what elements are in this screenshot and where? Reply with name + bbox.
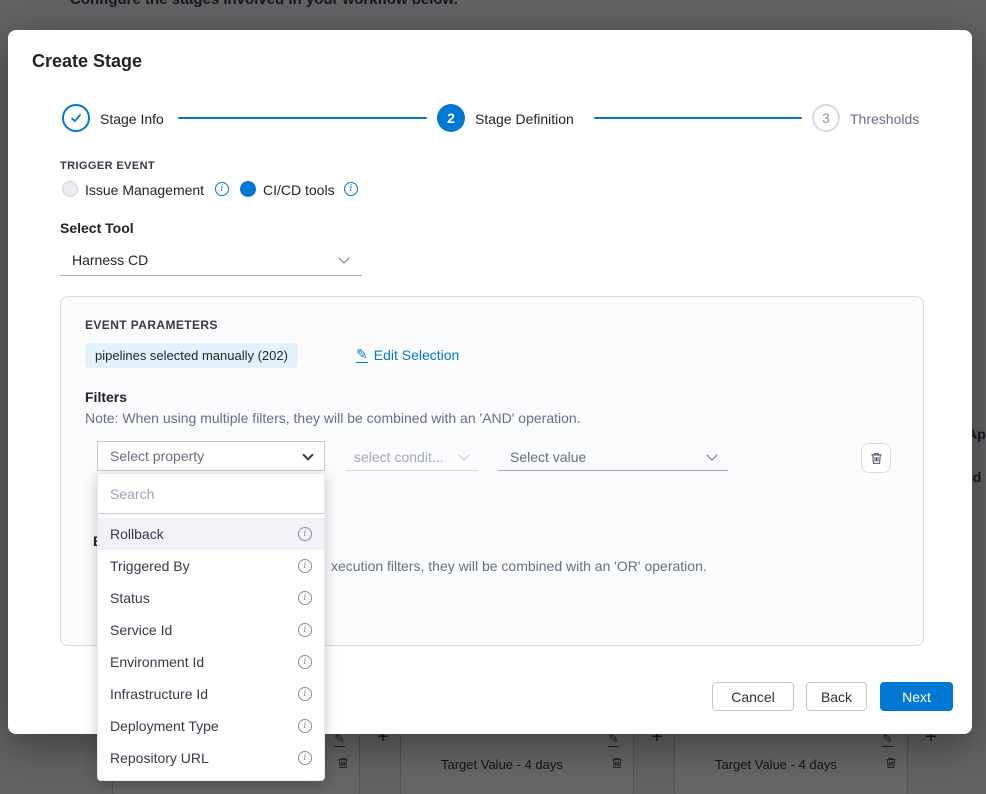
cancel-button[interactable]: Cancel	[712, 682, 794, 711]
check-icon	[69, 111, 83, 125]
step-1-indicator[interactable]	[62, 104, 90, 132]
stepper-connector	[178, 117, 427, 119]
step-3-indicator[interactable]: 3	[812, 104, 840, 132]
option-label: Repository URL	[110, 750, 209, 766]
option-label: Infrastructure Id	[110, 686, 208, 702]
filter-property-select[interactable]: Select property	[97, 441, 325, 471]
option-label: Deployment Type	[110, 718, 219, 734]
info-icon[interactable]: i	[298, 591, 312, 605]
filter-condition-select[interactable]: select condit...	[346, 443, 478, 471]
filter-condition-placeholder: select condit...	[346, 449, 444, 465]
info-icon[interactable]: i	[298, 719, 312, 733]
next-button[interactable]: Next	[880, 682, 953, 711]
delete-filter-button[interactable]	[861, 443, 891, 473]
dropdown-option-rollback[interactable]: Rollback i	[98, 518, 324, 550]
info-icon[interactable]: i	[298, 687, 312, 701]
filters-note: Note: When using multiple filters, they …	[85, 410, 581, 426]
step-3-label[interactable]: Thresholds	[850, 111, 919, 127]
chevron-down-icon	[458, 449, 469, 460]
step-2-indicator[interactable]: 2	[437, 104, 465, 132]
dropdown-search-input[interactable]	[98, 474, 324, 514]
info-icon[interactable]: i	[298, 623, 312, 637]
radio-issue-management-label[interactable]: Issue Management	[85, 182, 204, 198]
back-button[interactable]: Back	[806, 682, 867, 711]
info-icon[interactable]: i	[215, 182, 229, 196]
option-label: Rollback	[110, 526, 164, 542]
trash-icon	[869, 451, 884, 466]
selection-badge: pipelines selected manually (202)	[85, 343, 298, 368]
step-1-label[interactable]: Stage Info	[100, 111, 164, 127]
step-2-label[interactable]: Stage Definition	[475, 111, 574, 127]
option-label: Service Id	[110, 622, 172, 638]
dropdown-option-infrastructure-id[interactable]: Infrastructure Id i	[98, 678, 324, 710]
filter-value-select[interactable]: Select value	[498, 443, 728, 471]
create-stage-modal: Create Stage Stage Info 2 Stage Definiti…	[8, 30, 972, 734]
dropdown-options-list: Rollback i Triggered By i Status i Servi…	[98, 514, 324, 780]
select-tool-label: Select Tool	[60, 220, 134, 236]
dropdown-option-environment-id[interactable]: Environment Id i	[98, 646, 324, 678]
modal-title: Create Stage	[32, 51, 142, 72]
radio-issue-management[interactable]	[62, 181, 78, 197]
option-label: Environment Id	[110, 654, 204, 670]
info-icon[interactable]: i	[298, 655, 312, 669]
radio-cicd-tools-label[interactable]: CI/CD tools	[263, 182, 335, 198]
info-icon[interactable]: i	[298, 751, 312, 765]
info-icon[interactable]: i	[298, 559, 312, 573]
chevron-down-icon	[302, 449, 313, 460]
filters-heading: Filters	[85, 389, 127, 405]
chevron-down-icon	[706, 449, 717, 460]
tool-select-value: Harness CD	[60, 252, 148, 268]
property-dropdown-menu: Rollback i Triggered By i Status i Servi…	[97, 473, 325, 781]
event-parameters-panel: EVENT PARAMETERS pipelines selected manu…	[60, 296, 924, 646]
info-icon[interactable]: i	[298, 527, 312, 541]
chevron-down-icon	[338, 252, 349, 263]
filter-property-placeholder: Select property	[98, 448, 204, 464]
trigger-event-heading: TRIGGER EVENT	[60, 160, 155, 172]
edit-selection-label: Edit Selection	[374, 347, 460, 363]
edit-selection-link[interactable]: ✎ Edit Selection	[356, 347, 459, 363]
dropdown-option-deployment-type[interactable]: Deployment Type i	[98, 710, 324, 742]
event-parameters-heading: EVENT PARAMETERS	[85, 318, 218, 332]
dropdown-option-status[interactable]: Status i	[98, 582, 324, 614]
stepper-connector	[594, 117, 802, 119]
dropdown-option-triggered-by[interactable]: Triggered By i	[98, 550, 324, 582]
radio-cicd-tools[interactable]	[240, 181, 256, 197]
info-icon[interactable]: i	[344, 182, 358, 196]
option-label: Status	[110, 590, 150, 606]
dropdown-option-repository-url[interactable]: Repository URL i	[98, 742, 324, 774]
execution-filters-note-fragment: xecution filters, they will be combined …	[331, 558, 707, 574]
filter-value-placeholder: Select value	[498, 449, 586, 465]
option-label: Triggered By	[110, 558, 190, 574]
tool-select[interactable]: Harness CD	[60, 244, 362, 276]
dropdown-option-service-id[interactable]: Service Id i	[98, 614, 324, 646]
pencil-icon: ✎	[356, 347, 368, 363]
